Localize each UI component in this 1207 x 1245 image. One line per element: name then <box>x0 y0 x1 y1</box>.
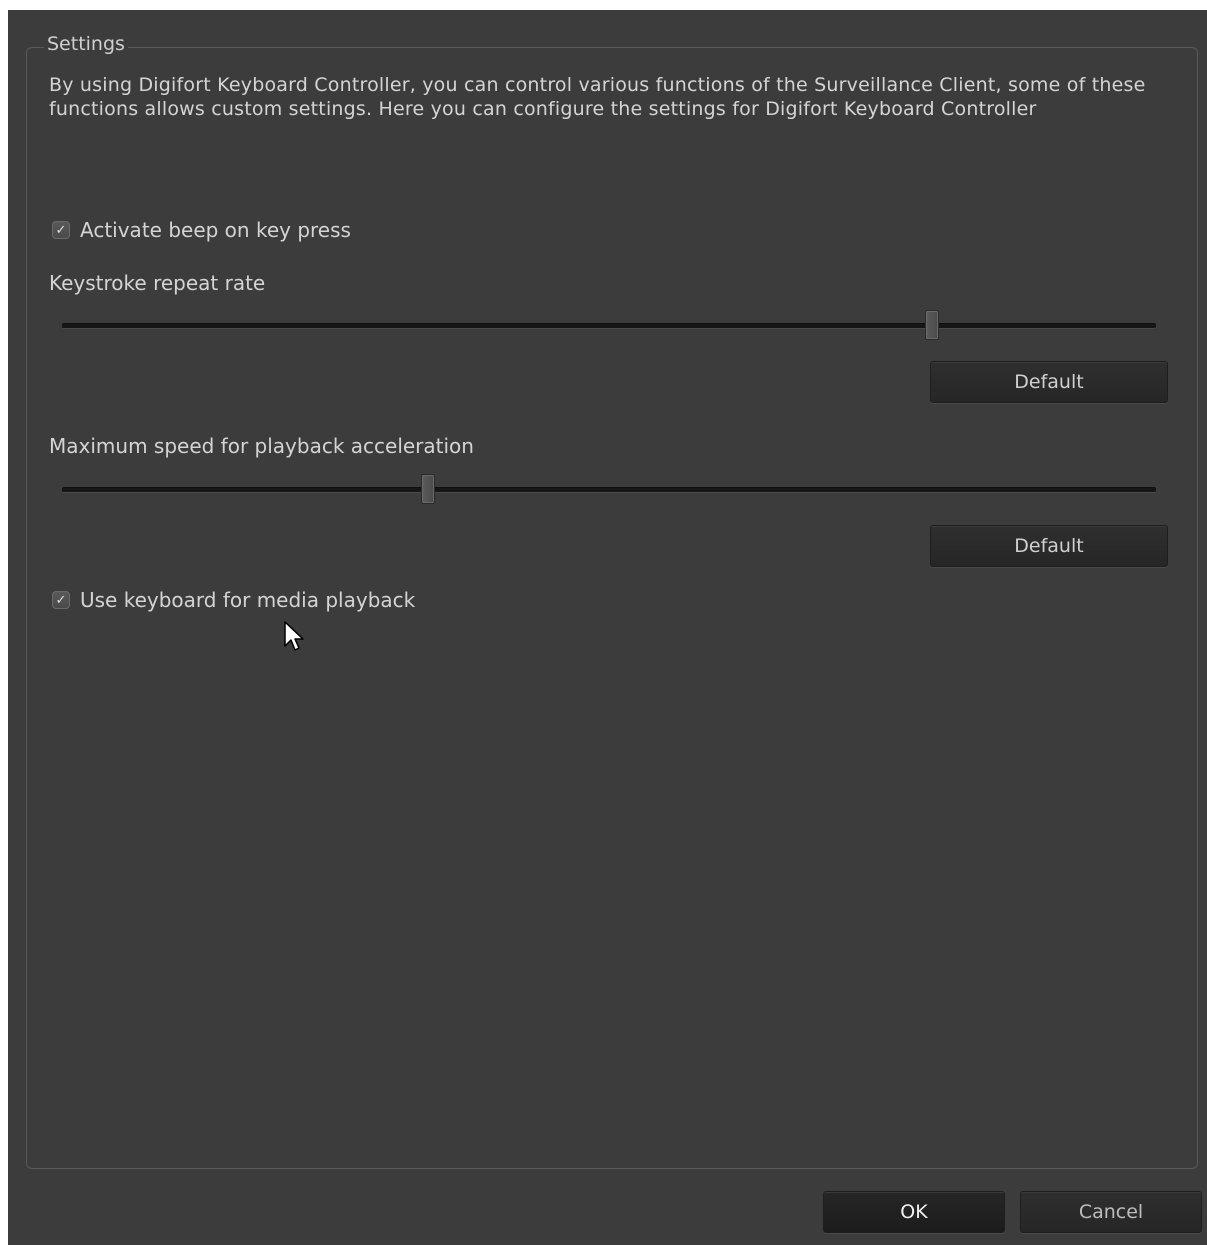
keystroke-default-button[interactable]: Default <box>930 361 1168 403</box>
beep-checkbox[interactable]: ✓ <box>52 221 70 239</box>
media-checkbox-row[interactable]: ✓ Use keyboard for media playback <box>52 588 415 612</box>
settings-description: By using Digifort Keyboard Controller, y… <box>49 74 1146 120</box>
checkmark-icon: ✓ <box>55 222 67 238</box>
keystroke-rate-label: Keystroke repeat rate <box>49 271 266 295</box>
beep-checkbox-label: Activate beep on key press <box>80 218 351 242</box>
slider-track <box>62 323 1156 329</box>
settings-dialog: Settings By using Digifort Keyboard Cont… <box>8 10 1207 1245</box>
beep-checkbox-row[interactable]: ✓ Activate beep on key press <box>52 218 351 242</box>
slider-thumb[interactable] <box>421 474 436 504</box>
slider-track <box>62 487 1156 493</box>
cancel-button[interactable]: Cancel <box>1020 1191 1202 1233</box>
keystroke-rate-slider[interactable] <box>62 309 1156 343</box>
checkmark-icon: ✓ <box>55 592 67 608</box>
mouse-pointer-icon <box>284 621 304 651</box>
slider-thumb[interactable] <box>924 310 939 340</box>
playback-speed-label: Maximum speed for playback acceleration <box>49 434 474 458</box>
media-checkbox[interactable]: ✓ <box>52 591 70 609</box>
settings-group-title: Settings <box>44 33 128 55</box>
media-checkbox-label: Use keyboard for media playback <box>80 588 416 612</box>
ok-button[interactable]: OK <box>823 1191 1005 1233</box>
playback-speed-slider[interactable] <box>62 473 1156 507</box>
playback-default-button[interactable]: Default <box>930 525 1168 567</box>
